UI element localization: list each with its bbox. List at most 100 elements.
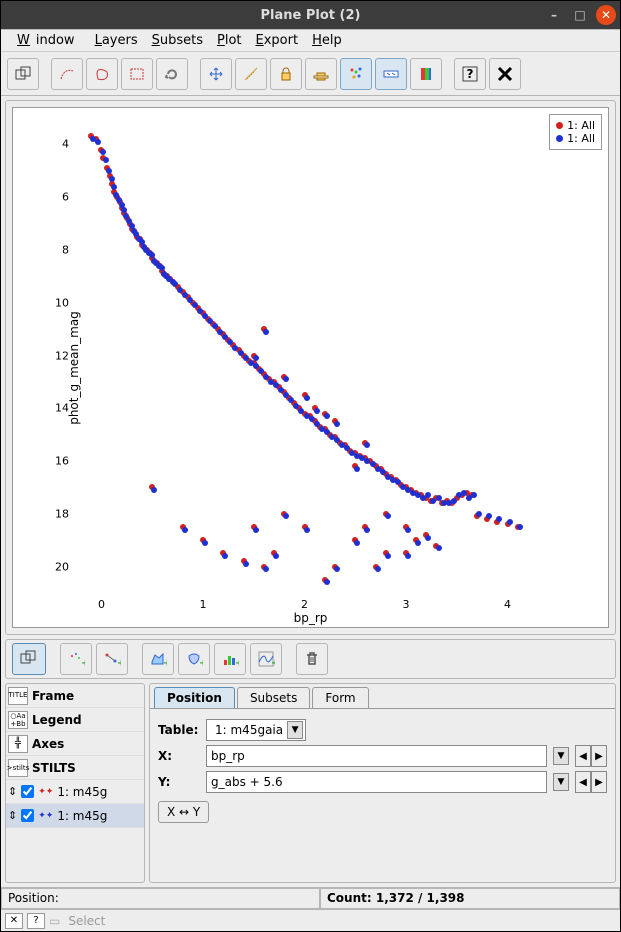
add-region-layer-button[interactable]: + [178,643,210,675]
footer-select-label: Select [68,914,105,928]
parallel-button[interactable] [375,58,407,90]
help-button[interactable]: ? [454,58,486,90]
data-point [304,395,310,401]
tab-position[interactable]: Position [154,687,235,708]
svg-text:?: ? [467,67,474,81]
x-tick: 3 [403,598,410,611]
data-point [202,540,208,546]
svg-text:+: + [199,658,203,668]
add-function-layer-button[interactable]: + [250,643,282,675]
data-point [182,527,188,533]
data-point [109,176,115,182]
data-point [385,553,391,559]
layer-icon: TITLE [8,687,28,705]
layer-toolbar: + + + + + + [5,639,616,679]
data-point [314,408,320,414]
maximize-button[interactable]: □ [570,5,590,25]
layer-visibility-checkbox[interactable] [21,785,34,798]
close-window-button[interactable] [489,58,521,90]
lock-aspect-button[interactable] [305,58,337,90]
y-next-button[interactable]: ▶ [591,771,607,793]
tab-form[interactable]: Form [312,687,368,708]
swap-xy-button[interactable]: X ↔ Y [158,801,209,823]
titlebar[interactable]: Plane Plot (2) – □ ✕ [1,1,620,29]
y-label: Y: [158,775,200,789]
x-tick: 2 [301,598,308,611]
reorder-icon[interactable]: ⇕ [8,785,17,798]
x-next-button[interactable]: ▶ [591,745,607,767]
menu-window[interactable]: Window [11,31,87,50]
svg-text:+: + [81,658,85,668]
dropdown-icon[interactable]: ▼ [287,721,303,739]
float-window-button[interactable] [7,58,39,90]
y-prev-button[interactable]: ◀ [575,771,591,793]
legend-item: 1: All [556,132,595,145]
data-point [364,527,370,533]
layer-item[interactable]: ╬Axes [6,732,144,756]
layer-item[interactable]: >stiltsSTILTS [6,756,144,780]
footer-help-icon[interactable]: ? [27,913,45,929]
control-panel: Position Subsets Form Table: 1: m45gaia … [149,683,616,883]
y-dropdown[interactable]: ▼ [553,773,569,791]
menu-plot[interactable]: Plot [211,31,248,50]
menu-help[interactable]: Help [306,31,348,50]
data-point [415,540,421,546]
close-button[interactable]: ✕ [596,5,616,25]
add-control-button[interactable] [12,643,46,675]
y-tick: 20 [55,560,69,573]
reorder-icon[interactable]: ⇕ [8,809,17,822]
status-count: Count: 1,372 / 1,398 [320,888,620,909]
data-point [106,168,112,174]
y-tick: 6 [62,191,69,204]
x-dropdown[interactable]: ▼ [553,747,569,765]
x-prev-button[interactable]: ◀ [575,745,591,767]
layer-item[interactable]: ⇕✦✦1: m45g [6,780,144,804]
data-point [405,553,411,559]
y-tick: 12 [55,349,69,362]
menu-layers[interactable]: Layers [89,31,144,50]
y-tick: 8 [62,243,69,256]
measure-button[interactable] [235,58,267,90]
add-histogram-layer-button[interactable]: + [214,643,246,675]
data-point [263,329,269,335]
y-tick: 16 [55,455,69,468]
subset-rect-button[interactable] [121,58,153,90]
aux-axis-button[interactable] [410,58,442,90]
remove-layer-button[interactable] [296,643,328,675]
layer-item[interactable]: ○Aa+BbLegend [6,708,144,732]
x-tick: 4 [504,598,511,611]
data-point [471,492,477,498]
sketch-plot-button[interactable] [340,58,372,90]
layer-item[interactable]: ⇕✦✦1: m45g [6,804,144,828]
menu-subsets[interactable]: Subsets [146,31,209,50]
data-point [283,513,289,519]
data-point [253,355,259,361]
lock-axes-button[interactable] [270,58,302,90]
plot-canvas[interactable]: phot_g_mean_mag bp_rp 468101214161820 01… [12,107,609,628]
layer-item[interactable]: TITLEFrame [6,684,144,708]
add-area-layer-button[interactable]: + [142,643,174,675]
status-position: Position: [1,888,320,909]
x-input[interactable] [206,745,547,767]
y-input[interactable] [206,771,547,793]
rescale-button[interactable] [200,58,232,90]
add-pair-layer-button[interactable]: + [96,643,128,675]
data-point [334,566,340,572]
scatter-icon: ✦✦ [38,811,53,821]
data-point [334,421,340,427]
menu-export[interactable]: Export [250,31,305,50]
data-point [324,579,330,585]
tab-subsets[interactable]: Subsets [237,687,310,708]
minimize-button[interactable]: – [544,5,564,25]
replot-button[interactable] [156,58,188,90]
data-point [375,566,381,572]
svg-text:+: + [163,658,167,668]
subset-blob-button[interactable] [86,58,118,90]
table-select[interactable]: 1: m45gaia ▼ [206,719,306,741]
add-mark-layer-button[interactable]: + [60,643,92,675]
data-point [476,511,482,517]
subset-draw-button[interactable] [51,58,83,90]
layer-visibility-checkbox[interactable] [21,809,34,822]
footer-close-icon[interactable]: ✕ [5,913,23,929]
footer-select-icon: ▭ [49,914,60,928]
